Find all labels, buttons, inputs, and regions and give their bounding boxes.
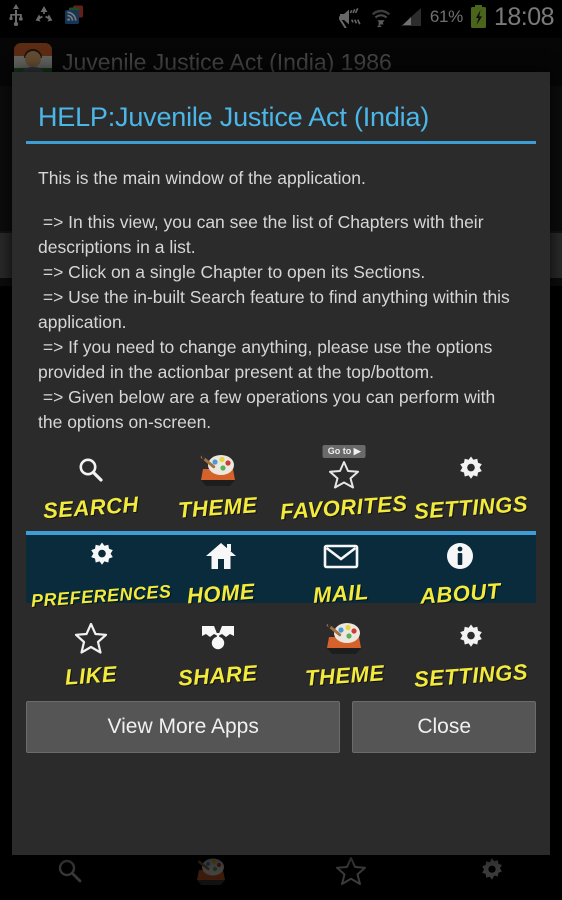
dialog-bullet-list: => In this view, you can see the list of… [38,210,524,435]
dialog-title: HELP:Juvenile Justice Act (India) [38,102,430,132]
help-dialog: HELP:Juvenile Justice Act (India) This i… [12,72,550,855]
share-icon [200,621,236,655]
home-icon [205,539,237,573]
help-favorites-item[interactable]: Go to ▶ FAVORITES [280,445,409,524]
help-search-label: SEARCH [42,491,140,524]
help-home-label: HOME [186,578,257,609]
bullet-item: => Use the in-built Search feature to fi… [38,287,515,332]
help-mail-label: MAIL [312,579,370,608]
help-share-item[interactable]: SHARE [163,619,273,691]
help-about-item[interactable]: ABOUT [405,537,515,609]
help-preferences-item[interactable]: PREFERENCES [31,537,173,611]
help-icon-row-top: SEARCH THEME Go to ▶ FAVORITES SETTINGS [12,445,550,524]
gear-icon [87,539,117,573]
bullet-item: => If you need to change anything, pleas… [38,337,498,382]
dialog-button-bar: View More Apps Close [12,685,550,753]
palette-icon [323,621,365,655]
help-search-item[interactable]: SEARCH [36,451,146,523]
help-icon-row-middle: PREFERENCES HOME MAIL ABOUT [26,535,536,611]
bullet-item: => Click on a single Chapter to open its… [38,262,426,282]
help-theme-item-2[interactable]: THEME [289,619,399,691]
gear-icon [456,621,486,655]
goto-badge: Go to ▶ [322,445,366,458]
help-theme-item[interactable]: THEME [163,451,273,523]
help-preferences-label: PREFERENCES [30,581,173,611]
help-like-item[interactable]: LIKE [36,619,146,690]
gear-icon [456,453,486,487]
help-settings-label: SETTINGS [412,491,529,524]
help-about-label: ABOUT [419,578,502,609]
help-theme-label-2: THEME [303,660,385,691]
help-icon-row-bottom: LIKE SHARE THEME SETTINGS [12,617,550,692]
help-theme-label: THEME [177,492,259,523]
mail-icon [323,539,359,573]
dialog-body: This is the main window of the applicati… [12,144,550,435]
palette-icon [197,453,239,487]
search-icon [76,453,106,487]
help-share-label: SHARE [177,660,259,691]
bullet-item: => Given below are a few operations you … [38,387,501,432]
close-button[interactable]: Close [352,701,536,753]
dialog-intro-text: This is the main window of the applicati… [38,168,366,188]
info-icon [445,539,475,573]
help-icon-row-highlight-panel: PREFERENCES HOME MAIL ABOUT [26,531,536,611]
help-mail-item[interactable]: MAIL [286,537,396,608]
help-favorites-label: FAVORITES [279,490,409,525]
help-like-label: LIKE [64,661,119,690]
star-icon: Go to ▶ [322,445,366,491]
help-settings-item-2[interactable]: SETTINGS [413,619,528,692]
star-icon [74,621,108,655]
help-home-item[interactable]: HOME [166,537,276,608]
view-more-apps-button[interactable]: View More Apps [26,701,341,753]
bullet-item: => In this view, you can see the list of… [38,212,489,257]
help-settings-item[interactable]: SETTINGS [413,451,528,524]
